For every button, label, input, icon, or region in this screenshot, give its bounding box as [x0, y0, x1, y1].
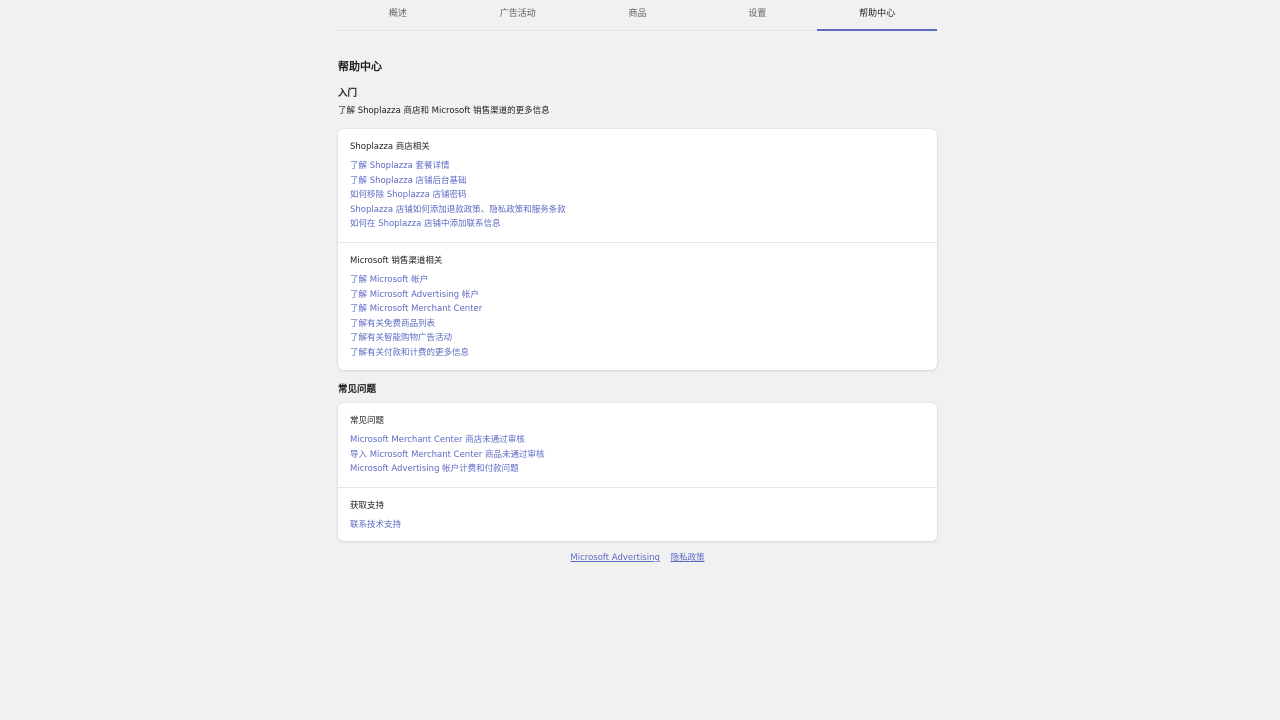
getting-started-description: 了解 Shoplazza 商店和 Microsoft 销售渠道的更多信息: [338, 106, 550, 116]
support-section: 获取支持 联系技术支持: [338, 487, 937, 541]
link-add-policies[interactable]: Shoplazza 店铺如何添加退款政策、隐私政策和服务条款: [350, 203, 925, 218]
link-remove-store-password[interactable]: 如何移除 Shoplazza 店铺密码: [350, 188, 925, 203]
link-microsoft-merchant-center[interactable]: 了解 Microsoft Merchant Center: [350, 302, 925, 317]
faq-section-title: 常见问题: [350, 416, 385, 426]
link-merchant-center-product-review[interactable]: 导入 Microsoft Merchant Center 商品未通过审核: [350, 448, 925, 463]
faq-heading: 常见问题: [338, 384, 377, 395]
link-microsoft-advertising-account[interactable]: 了解 Microsoft Advertising 帐户: [350, 288, 925, 303]
shoplazza-section-title: Shoplazza 商店相关: [350, 142, 430, 152]
footer-link-privacy-policy[interactable]: 隐私政策: [671, 553, 705, 563]
footer: Microsoft Advertising 隐私政策: [338, 551, 937, 563]
link-microsoft-account[interactable]: 了解 Microsoft 帐户: [350, 273, 925, 288]
shoplazza-section: Shoplazza 商店相关 了解 Shoplazza 套餐详情 了解 Shop…: [338, 129, 937, 242]
faq-section: 常见问题 Microsoft Merchant Center 商店未通过审核 导…: [338, 403, 937, 487]
tab-bar: 概述 广告活动 商品 设置 帮助中心: [338, 0, 937, 31]
support-section-title: 获取支持: [350, 501, 385, 511]
link-free-listings[interactable]: 了解有关免费商品列表: [350, 317, 925, 332]
tab-overview[interactable]: 概述: [338, 0, 458, 30]
tab-campaigns[interactable]: 广告活动: [458, 0, 578, 30]
link-contact-support[interactable]: 联系技术支持: [350, 518, 925, 533]
getting-started-heading: 入门: [338, 88, 358, 99]
getting-started-card: Shoplazza 商店相关 了解 Shoplazza 套餐详情 了解 Shop…: [338, 129, 937, 370]
link-shoplazza-plan[interactable]: 了解 Shoplazza 套餐详情: [350, 159, 925, 174]
link-advertising-billing-issues[interactable]: Microsoft Advertising 帐户计费和付款问题: [350, 462, 925, 477]
link-smart-shopping[interactable]: 了解有关智能购物广告活动: [350, 331, 925, 346]
tab-settings[interactable]: 设置: [697, 0, 817, 30]
tab-products[interactable]: 商品: [578, 0, 698, 30]
tab-help-center[interactable]: 帮助中心: [817, 0, 937, 31]
link-merchant-center-store-review[interactable]: Microsoft Merchant Center 商店未通过审核: [350, 433, 925, 448]
link-billing-info[interactable]: 了解有关付款和计费的更多信息: [350, 346, 925, 361]
link-add-contact-info[interactable]: 如何在 Shoplazza 店铺中添加联系信息: [350, 217, 925, 232]
main-container: 概述 广告活动 商品 设置 帮助中心 帮助中心 入门 了解 Shoplazza …: [338, 0, 937, 563]
microsoft-section-title: Microsoft 销售渠道相关: [350, 256, 443, 266]
page-title: 帮助中心: [338, 60, 382, 73]
microsoft-section: Microsoft 销售渠道相关 了解 Microsoft 帐户 了解 Micr…: [338, 242, 937, 370]
link-shoplazza-admin-basics[interactable]: 了解 Shoplazza 店铺后台基础: [350, 174, 925, 189]
footer-link-microsoft-advertising[interactable]: Microsoft Advertising: [570, 553, 659, 563]
faq-card: 常见问题 Microsoft Merchant Center 商店未通过审核 导…: [338, 403, 937, 541]
